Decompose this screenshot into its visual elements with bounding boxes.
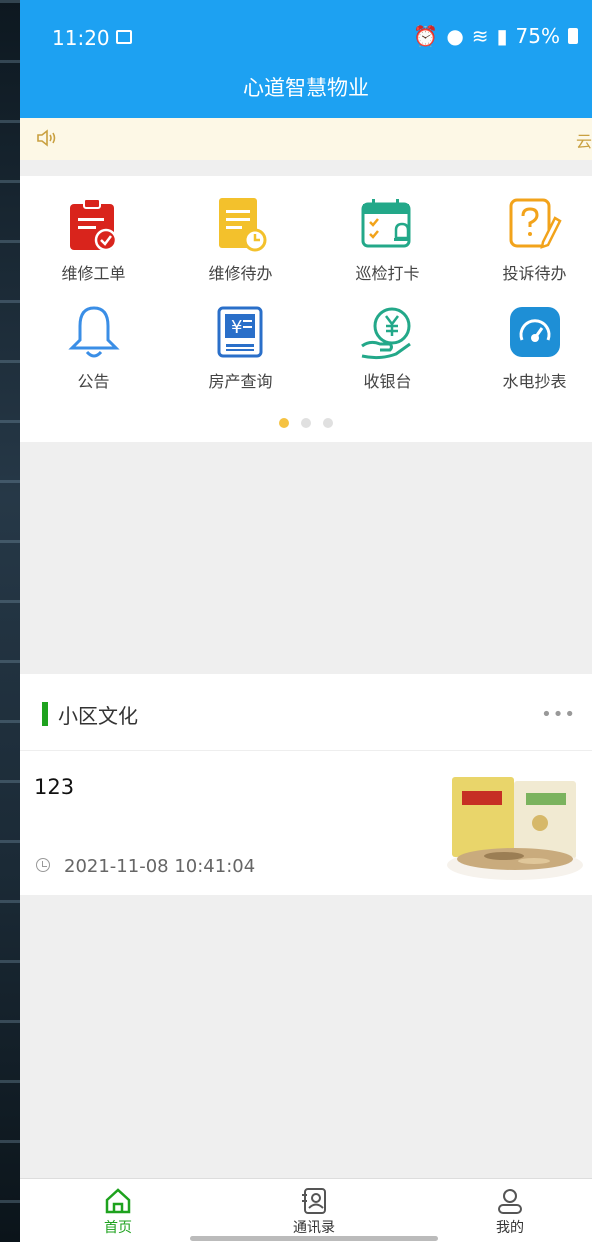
page-dot[interactable]	[323, 418, 333, 428]
menu-item-repair-todo[interactable]: 维修待办	[167, 196, 314, 284]
tab-label: 首页	[104, 1220, 132, 1236]
status-icons: ⏰ ● ≋ ▮ 75%	[413, 24, 578, 48]
menu-label: 巡检打卡	[355, 264, 420, 283]
app-screen: 11:20 ⏰ ● ≋ ▮ 75% 心道智慧物业 云 维修工单 维修待办 巡检打…	[20, 0, 592, 1242]
meter-reading-icon	[507, 304, 563, 360]
background-photo	[0, 0, 20, 1242]
menu-item-cashier[interactable]: 收银台	[314, 304, 461, 392]
article-timestamp: 2021-11-08 10:41:04	[64, 856, 256, 877]
menu-item-property-query[interactable]: ¥ 房产查询	[167, 304, 314, 392]
status-bar: 11:20 ⏰ ● ≋ ▮ 75%	[20, 0, 592, 76]
location-icon: ●	[446, 24, 464, 48]
repair-todo-icon	[213, 196, 269, 252]
menu-label: 水电抄表	[502, 372, 567, 391]
menu-item-inspection[interactable]: 巡检打卡	[314, 196, 461, 284]
article-list-item[interactable]: 123 2021-11-08 10:41:04	[20, 751, 592, 895]
article-thumbnail	[447, 777, 583, 880]
speaker-icon	[37, 129, 56, 147]
function-menu: 维修工单 维修待办 巡检打卡 投诉待办 公告 ¥ 房产查询 收银台 水电抄表	[20, 176, 592, 442]
app-header: 心道智慧物业	[20, 76, 592, 118]
battery-icon	[568, 28, 578, 44]
page-indicator	[20, 418, 592, 428]
inspection-checkin-icon	[360, 196, 416, 252]
menu-label: 收银台	[363, 372, 412, 391]
tab-label: 我的	[496, 1220, 524, 1236]
menu-label: 房产查询	[208, 372, 273, 391]
tab-label: 通讯录	[293, 1220, 335, 1236]
repair-order-icon	[66, 196, 122, 252]
notice-marquee-text: 云	[575, 132, 592, 151]
tab-home[interactable]: 首页	[58, 1187, 178, 1237]
cashier-icon	[360, 304, 416, 360]
complaint-todo-icon	[507, 196, 563, 252]
gesture-bar[interactable]	[190, 1236, 438, 1241]
status-time: 11:20	[52, 26, 110, 50]
menu-label: 投诉待办	[502, 264, 567, 283]
clock-icon	[36, 858, 50, 872]
page-dot-active[interactable]	[279, 418, 289, 428]
wifi-icon: ≋	[471, 24, 489, 48]
community-culture-header: 小区文化 •••	[20, 674, 592, 751]
menu-label: 维修待办	[208, 264, 273, 283]
svg-text:¥: ¥	[231, 317, 242, 338]
bottom-tab-bar: 首页 通讯录 我的	[20, 1178, 592, 1242]
gallery-notification-icon	[116, 30, 132, 44]
menu-item-complaint[interactable]: 投诉待办	[461, 196, 592, 284]
alarm-icon: ⏰	[413, 24, 439, 48]
menu-item-repair-order[interactable]: 维修工单	[20, 196, 167, 284]
tab-profile[interactable]: 我的	[450, 1187, 570, 1237]
announcement-bell-icon	[66, 304, 122, 360]
page-dot[interactable]	[301, 418, 311, 428]
notice-bar[interactable]: 云	[20, 118, 592, 160]
app-title: 心道智慧物业	[243, 76, 369, 100]
tab-contacts[interactable]: 通讯录	[254, 1187, 374, 1237]
profile-icon	[498, 1189, 522, 1214]
article-title: 123	[34, 775, 75, 799]
more-icon[interactable]: •••	[541, 704, 576, 725]
contacts-icon	[302, 1188, 326, 1214]
signal-icon: ▮	[496, 24, 508, 48]
home-icon	[105, 1188, 131, 1214]
battery-percent: 75%	[515, 24, 560, 48]
menu-item-meter-reading[interactable]: 水电抄表	[461, 304, 592, 392]
section-title: 小区文化	[58, 704, 138, 728]
menu-item-announcement[interactable]: 公告	[20, 304, 167, 392]
property-query-icon: ¥	[213, 304, 269, 360]
section-accent-bar	[42, 702, 48, 726]
menu-label: 维修工单	[61, 264, 126, 283]
menu-label: 公告	[77, 372, 110, 391]
